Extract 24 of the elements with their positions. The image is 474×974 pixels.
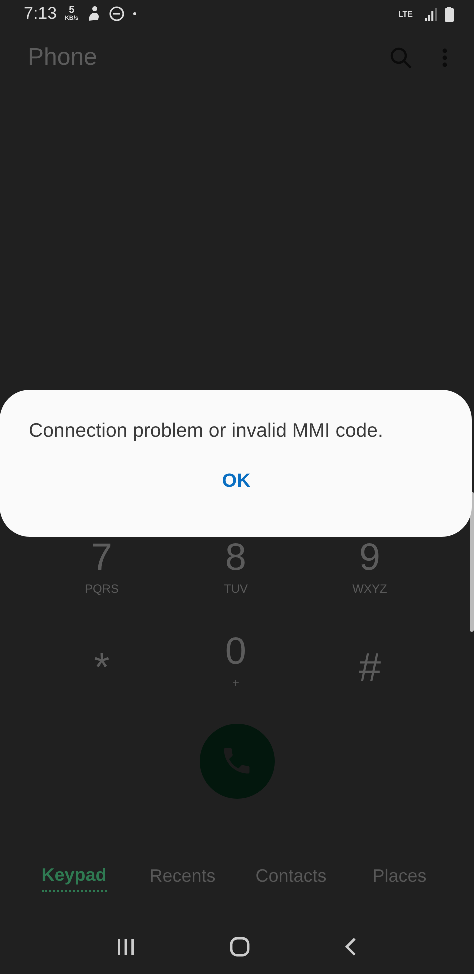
tab[interactable]: Recents <box>150 864 216 892</box>
dot-icon <box>132 12 137 16</box>
dial-key[interactable]: # <box>303 630 437 708</box>
back-icon[interactable] <box>344 938 357 956</box>
dial-key[interactable]: 0 + <box>169 630 303 708</box>
do-not-disturb-icon <box>108 6 125 22</box>
recent-apps-icon[interactable] <box>117 938 136 956</box>
dial-key[interactable]: 9 WXYZ <box>303 536 437 614</box>
figure-icon <box>86 6 101 22</box>
ok-button[interactable]: OK <box>210 467 263 497</box>
speed-value: 5 <box>69 6 75 16</box>
tab[interactable]: Keypad <box>42 863 107 892</box>
tab[interactable]: Places <box>372 864 427 892</box>
dial-key[interactable]: 7 PQRS <box>35 536 169 614</box>
signal-icon <box>425 8 437 21</box>
network-type: LTE <box>398 10 413 19</box>
battery-icon <box>445 6 454 22</box>
home-icon[interactable] <box>230 936 250 957</box>
app-title: Phone <box>28 44 98 72</box>
tab[interactable]: Contacts <box>256 864 327 892</box>
clock: 7:13 <box>24 4 58 24</box>
dialog-message: Connection problem or invalid MMI code. <box>29 420 384 443</box>
dial-key[interactable]: * <box>35 630 169 708</box>
dial-key[interactable]: 8 TUV <box>169 536 303 614</box>
